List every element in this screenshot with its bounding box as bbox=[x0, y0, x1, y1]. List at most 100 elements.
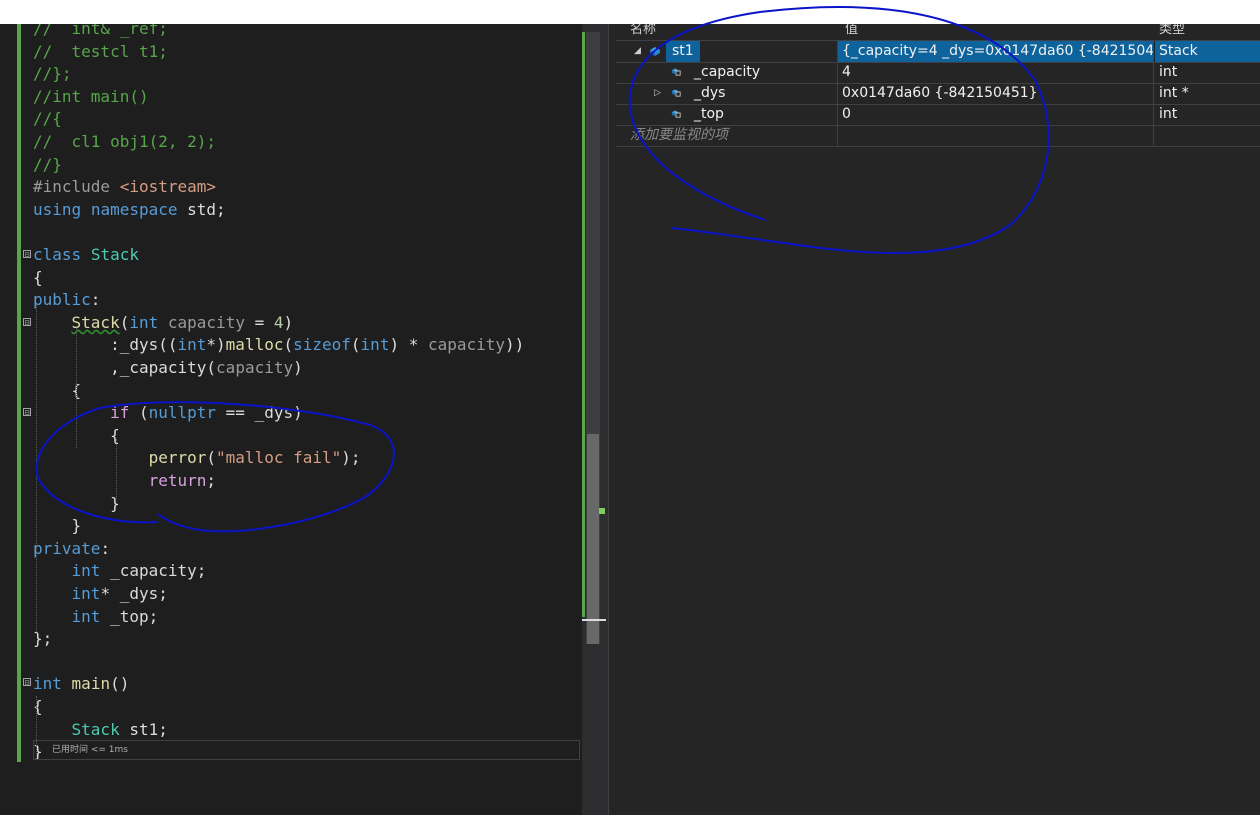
fold-toggle-if[interactable]: ⊟ bbox=[23, 408, 31, 417]
code-token: perror bbox=[148, 448, 207, 468]
code-line[interactable]: } bbox=[33, 515, 82, 537]
code-token: // testcl t1; bbox=[33, 41, 168, 61]
code-line[interactable]: //}; bbox=[33, 63, 72, 85]
code-line[interactable]: int main() bbox=[33, 673, 129, 695]
code-line[interactable]: //{ bbox=[33, 108, 62, 130]
code-token: //} bbox=[33, 154, 62, 174]
watch-value[interactable]: {_capacity=4 _dys=0x0147da60 {-842150451… bbox=[838, 41, 1154, 62]
private-field-icon bbox=[671, 89, 681, 97]
code-line[interactable]: // testcl t1; bbox=[33, 41, 168, 63]
watch-value[interactable]: 0 bbox=[838, 104, 1154, 125]
code-line[interactable]: //} bbox=[33, 154, 62, 176]
code-token: == bbox=[216, 403, 255, 423]
code-token: int bbox=[71, 606, 101, 626]
code-token: //int main() bbox=[33, 86, 149, 106]
code-token: { bbox=[33, 697, 43, 716]
code-token: //}; bbox=[33, 64, 72, 84]
code-token: #include bbox=[33, 177, 120, 197]
watch-row-top[interactable]: _top 0 int bbox=[616, 104, 1260, 126]
code-line[interactable]: int* _dys; bbox=[33, 583, 168, 605]
code-token: malloc bbox=[225, 335, 284, 355]
watch-header: 名称 值 类型 bbox=[616, 24, 1260, 41]
fold-toggle-class[interactable]: ⊟ bbox=[23, 250, 31, 259]
code-line[interactable]: { bbox=[33, 696, 43, 718]
code-line[interactable]: { bbox=[33, 267, 43, 289]
watch-row-capacity[interactable]: _capacity 4 int bbox=[616, 62, 1260, 84]
code-token: // cl1 obj1(2, 2); bbox=[33, 132, 217, 151]
watch-value[interactable]: 4 bbox=[838, 62, 1154, 83]
code-line[interactable]: #include <iostream> bbox=[33, 176, 216, 198]
watch-name: st1 bbox=[666, 41, 700, 62]
code-token: } bbox=[33, 516, 82, 536]
code-line[interactable]: return; bbox=[33, 470, 216, 492]
column-header-type[interactable]: 类型 bbox=[1159, 24, 1185, 37]
code-token: int bbox=[71, 584, 101, 603]
code-token: public bbox=[33, 290, 91, 310]
watch-row-add[interactable]: 添加要监视的项 bbox=[616, 125, 1260, 147]
code-token: sizeof bbox=[293, 335, 351, 355]
code-line[interactable]: // cl1 obj1(2, 2); bbox=[33, 131, 216, 153]
code-token: return bbox=[148, 471, 207, 490]
column-header-name[interactable]: 名称 bbox=[630, 24, 656, 37]
indent-guide bbox=[76, 328, 77, 448]
code-line[interactable]: int _capacity; bbox=[33, 560, 207, 582]
code-line[interactable]: int _top; bbox=[33, 606, 159, 628]
code-token: : bbox=[100, 538, 111, 558]
scrollbar-caret-position bbox=[582, 619, 606, 621]
scrollbar-change-marks bbox=[582, 32, 585, 617]
scrollbar-thumb[interactable] bbox=[587, 434, 599, 644]
watch-window[interactable]: 名称 值 类型 ◢ st1 {_capacity=4 _dys=0x0147da… bbox=[616, 24, 1260, 815]
watch-name: _top bbox=[694, 106, 724, 122]
code-token: ; bbox=[196, 561, 207, 581]
editor-vertical-scrollbar[interactable] bbox=[582, 24, 608, 815]
code-line[interactable]: if (nullptr == _dys) bbox=[33, 402, 303, 424]
collapse-arrow-icon[interactable]: ◢ bbox=[634, 41, 641, 62]
watch-name: _dys bbox=[694, 85, 726, 101]
code-line[interactable]: //int main() bbox=[33, 86, 149, 108]
change-tracking-bar bbox=[17, 24, 21, 762]
object-icon bbox=[650, 47, 660, 56]
code-line[interactable]: } bbox=[33, 493, 120, 515]
code-token: int bbox=[129, 312, 159, 332]
expand-arrow-icon[interactable]: ▷ bbox=[654, 83, 661, 104]
code-token: int bbox=[360, 335, 390, 355]
code-line[interactable]: class Stack bbox=[33, 244, 139, 266]
code-line[interactable]: :_dys((int*)malloc(sizeof(int) * capacit… bbox=[33, 334, 524, 356]
code-line[interactable]: { bbox=[33, 380, 82, 402]
code-token: capacity bbox=[427, 335, 506, 355]
code-line[interactable]: private: bbox=[33, 538, 110, 560]
code-line[interactable]: ,_capacity(capacity) bbox=[33, 357, 303, 379]
code-line[interactable]: perror("malloc fail"); bbox=[33, 447, 361, 469]
code-token: ( bbox=[206, 448, 217, 468]
code-line[interactable]: // int& _ref; bbox=[33, 24, 168, 40]
code-line[interactable]: Stack st1; bbox=[33, 719, 168, 741]
code-token: //{ bbox=[33, 109, 62, 129]
performance-tip: 已用时间 <= 1ms bbox=[33, 740, 580, 760]
code-editor[interactable]: // int& _ref;// testcl t1;//};//int main… bbox=[0, 24, 582, 815]
column-header-value[interactable]: 值 bbox=[845, 24, 858, 37]
code-line[interactable]: Stack(int capacity = 4) bbox=[33, 312, 294, 334]
watch-type: int bbox=[1159, 106, 1178, 122]
watch-value[interactable]: 0x0147da60 {-842150451} bbox=[838, 83, 1154, 104]
code-token: _capacity bbox=[119, 358, 207, 377]
watch-row-st1[interactable]: ◢ st1 {_capacity=4 _dys=0x0147da60 {-842… bbox=[616, 41, 1260, 63]
watch-value-empty bbox=[838, 125, 1154, 146]
fold-toggle-main[interactable]: ⊟ bbox=[23, 678, 31, 687]
code-token: if bbox=[110, 403, 130, 423]
code-line[interactable]: public: bbox=[33, 289, 100, 311]
code-line[interactable]: using namespace std; bbox=[33, 199, 226, 221]
watch-name: _capacity bbox=[694, 64, 761, 80]
fold-toggle-constructor[interactable]: ⊟ bbox=[23, 318, 31, 327]
code-token: capacity bbox=[167, 312, 245, 332]
watch-type: int bbox=[1159, 64, 1178, 80]
code-token: * bbox=[100, 584, 120, 603]
add-watch-item-input[interactable]: 添加要监视的项 bbox=[630, 125, 728, 146]
code-token: : bbox=[90, 290, 101, 310]
code-token: _dys bbox=[254, 403, 294, 423]
code-token: ( bbox=[119, 312, 130, 332]
code-token: namespace bbox=[90, 199, 178, 219]
code-token: ( bbox=[283, 335, 294, 355]
watch-row-dys[interactable]: ▷ _dys 0x0147da60 {-842150451} int * bbox=[616, 83, 1260, 105]
